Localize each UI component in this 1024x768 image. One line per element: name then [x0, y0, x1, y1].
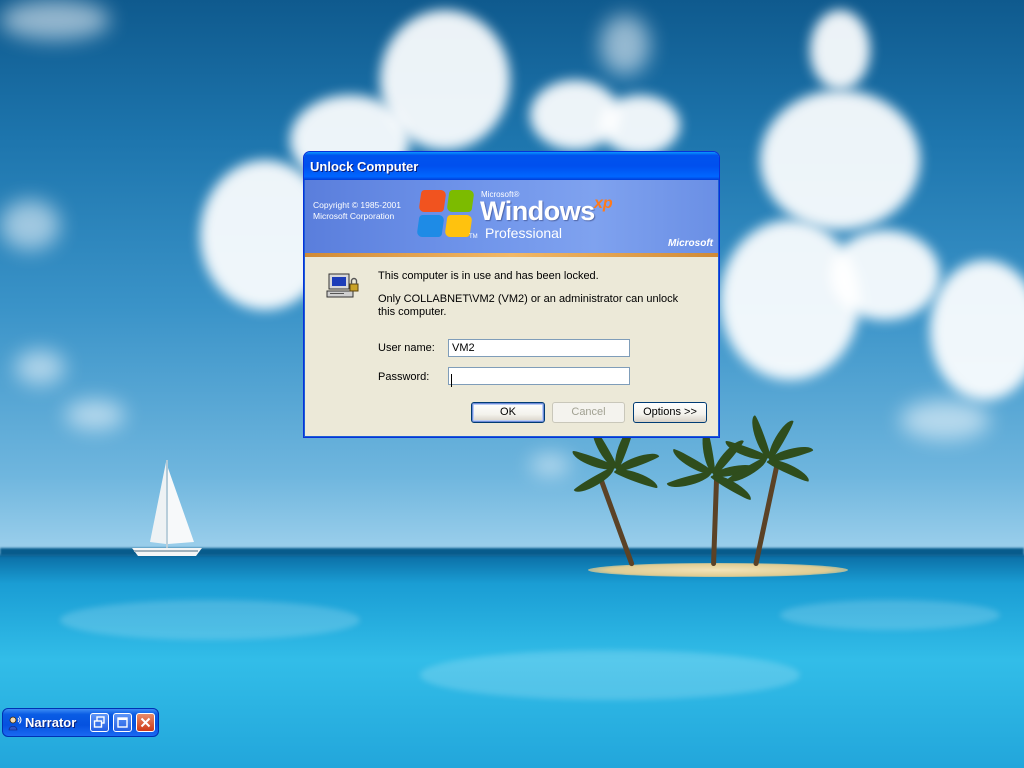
copyright-line1: Copyright © 1985-2001 [313, 200, 402, 210]
dialog-titlebar[interactable]: Unlock Computer [304, 152, 719, 180]
ok-button[interactable]: OK [471, 402, 545, 423]
trademark-mark: TM [469, 234, 478, 240]
cloud [930, 260, 1024, 400]
narrator-icon [8, 716, 22, 731]
banner-accent-line [305, 253, 718, 257]
maximize-icon [117, 717, 128, 728]
username-label: User name: [378, 342, 435, 354]
island [588, 563, 848, 577]
dialog-title: Unlock Computer [310, 159, 419, 174]
copyright-line2: Microsoft Corporation [313, 211, 395, 221]
cloud [600, 15, 650, 75]
username-input[interactable] [448, 339, 630, 357]
microsoft-logo: Microsoft [668, 238, 713, 249]
cloud [65, 400, 125, 430]
cloud [900, 400, 990, 440]
copyright-text: Copyright © 1985-2001 Microsoft Corporat… [313, 200, 401, 222]
sailboat [132, 460, 202, 556]
password-label: Password: [378, 371, 430, 383]
maximize-button[interactable] [113, 713, 132, 732]
cloud [15, 350, 65, 385]
water-glint [780, 600, 1000, 630]
water-glint [420, 650, 800, 700]
text-caret [451, 374, 452, 387]
options-button[interactable]: Options >> [633, 402, 707, 423]
unlock-computer-dialog: Unlock Computer Copyright © 1985-2001 Mi… [303, 151, 720, 438]
close-icon [140, 717, 151, 728]
water-glint [60, 600, 360, 640]
lock-computer-icon [326, 273, 359, 298]
password-input[interactable] [448, 367, 630, 385]
cloud [810, 10, 870, 90]
narrator-title: Narrator [25, 715, 77, 730]
windows-wordmark: Windows [480, 196, 595, 226]
xp-wordmark: xp [594, 195, 613, 212]
narrator-window[interactable]: Narrator [2, 708, 159, 737]
restore-button[interactable] [90, 713, 109, 732]
close-button[interactable] [136, 713, 155, 732]
locked-message: This computer is in use and has been loc… [378, 270, 599, 282]
cloud [830, 230, 940, 320]
cloud [760, 90, 920, 230]
cloud [0, 200, 60, 250]
restore-icon [93, 716, 105, 728]
edition-label: Professional [485, 225, 563, 241]
cloud [0, 0, 110, 40]
unlock-permission-message: Only COLLABNET\VM2 (VM2) or an administr… [378, 293, 679, 318]
windows-flag-icon [416, 188, 476, 240]
cloud [600, 95, 680, 155]
cancel-button[interactable]: Cancel [552, 402, 625, 423]
cloud [530, 455, 570, 475]
